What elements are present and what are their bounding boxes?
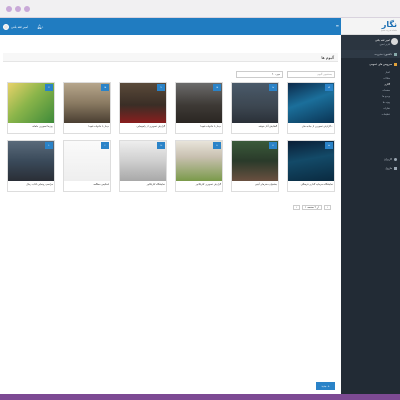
album-card[interactable]: ۲۴ گزارش تصویری از جاذبه های...: [287, 82, 335, 134]
add-album-button[interactable]: جدید +: [316, 382, 335, 390]
folder-icon: [394, 62, 397, 66]
window-control-close[interactable]: [6, 6, 12, 12]
album-caption: اسکیس مطالعه: [93, 183, 109, 186]
pager-prev-button[interactable]: ‹: [293, 204, 301, 210]
sidebar-item-modules[interactable]: ماژول: [341, 164, 400, 172]
photo-count-badge: ۱۵: [101, 84, 109, 91]
sidebar-item-label: داشبورد مدیریت: [374, 52, 392, 56]
brand-logo[interactable]: نگار: [382, 20, 397, 29]
window-frame-bottom: [0, 394, 400, 400]
photo-count-badge: ۷: [45, 84, 53, 91]
photo-count-badge: ۲۴: [325, 84, 333, 91]
sidebar-item-users[interactable]: کاربران: [341, 155, 400, 163]
album-caption: گشایش آثار خوشه: [258, 125, 277, 128]
photo-count-badge: ۱۸: [213, 84, 221, 91]
page-header: آلبوم ها: [3, 53, 338, 62]
photo-count-badge: ۹: [157, 84, 165, 91]
users-icon: [394, 157, 397, 161]
album-caption: دیدار با خانواده شهدا: [88, 125, 109, 128]
album-caption: روزها تصویری ماهانه: [32, 125, 53, 128]
notification-count: 1: [42, 27, 44, 29]
main-content: آلبوم ها جستجوی آلبوم ۲۰ مورد ۲۴ گزارش ت…: [0, 35, 341, 400]
album-caption: مراسم رونمایی کتاب رجال: [26, 183, 53, 186]
add-label: جدید: [321, 384, 327, 388]
album-card[interactable]: ۷ روزها تصویری ماهانه: [7, 82, 55, 134]
album-card[interactable]: ۱۵ دیدار با خانواده شهدا: [63, 82, 111, 134]
sidebar: نگار سامانه مدیریت محتوا امیر ثقه بلتی ک…: [341, 18, 400, 400]
plus-icon: +: [327, 384, 330, 388]
dashboard-icon: [394, 52, 397, 56]
window-control-minimize[interactable]: [15, 6, 21, 12]
sidebar-item-label: مقالات: [383, 76, 390, 80]
sidebar-item-label: ویدیو ها: [382, 94, 390, 98]
album-caption: گزارش تصویری کاریکاتور: [195, 183, 221, 186]
sidebar-user: امیر ثقه بلتی کاربر ادمین: [341, 35, 400, 50]
photo-count-badge: ۱۳: [157, 142, 165, 149]
sidebar-item-public-services[interactable]: سرویس های عمومی: [341, 60, 400, 68]
top-bar: امیر ثقه بلتی 🔔︎1 ≡: [0, 18, 341, 35]
album-card[interactable]: ۸ گزارش تصویری کاریکاتور: [175, 140, 223, 192]
album-card[interactable]: ۱۸ دیدار با خانواده شهدا: [175, 82, 223, 134]
sidebar-user-name: امیر ثقه بلتی: [374, 38, 390, 42]
photo-count-badge: ۱۰: [45, 142, 53, 149]
photo-count-badge: ۶: [101, 142, 109, 149]
sidebar-item-label: نظرات: [383, 106, 390, 110]
avatar: [3, 23, 9, 30]
pagination: ‹ ۱ از ۲ صفحه ›: [293, 204, 331, 210]
pager-label: ۱ از ۲ صفحه: [302, 204, 322, 210]
album-card[interactable]: ۱۳ نمایشگاه کاریکاتور: [119, 140, 167, 192]
search-input[interactable]: جستجوی آلبوم: [287, 71, 335, 78]
brand: نگار سامانه مدیریت محتوا: [341, 18, 400, 35]
album-card[interactable]: ۹ گزارش تصویری از راهپیمایی: [119, 82, 167, 134]
album-card[interactable]: ۶ اسکیس مطالعه: [63, 140, 111, 192]
sidebar-item-label: اخبار: [385, 70, 390, 74]
album-card[interactable]: ۲۲ نمایشگاه سرمایه گذاری فرهنگی: [287, 140, 335, 192]
user-name: امیر ثقه بلتی: [11, 24, 29, 29]
brand-tagline: سامانه مدیریت محتوا: [381, 30, 397, 32]
sidebar-item-dashboard[interactable]: داشبورد مدیریت: [341, 50, 400, 58]
sidebar-item-label: پیوند ها: [382, 100, 390, 104]
photo-count-badge: ۲۲: [325, 142, 333, 149]
photo-count-badge: ۱۱: [269, 142, 277, 149]
album-caption: گزارش تصویری از راهپیمایی: [136, 125, 165, 128]
album-caption: دیدار با خانواده شهدا: [200, 125, 221, 128]
pager-next-button[interactable]: ›: [323, 204, 331, 210]
sidebar-item-settings[interactable]: تنظیمات: [341, 111, 400, 117]
user-menu[interactable]: امیر ثقه بلتی: [3, 23, 28, 30]
sidebar-item-label: کاربران: [383, 157, 392, 161]
window-control-maximize[interactable]: [24, 6, 30, 12]
photo-count-badge: ۱۲: [269, 84, 277, 91]
sidebar-item-label: سرویس های عمومی: [369, 62, 392, 66]
sidebar-item-label: صفحات: [382, 88, 390, 92]
title-bar: [0, 0, 400, 18]
album-caption: گزارش تصویری از جاذبه های...: [301, 125, 333, 128]
app-window: امیر ثقه بلتی 🔔︎1 ≡ آلبوم ها جستجوی آلبو…: [0, 18, 400, 400]
menu-toggle-icon[interactable]: ≡: [336, 23, 339, 28]
sidebar-item-label: ماژول: [385, 166, 392, 170]
module-icon: [394, 166, 397, 170]
sidebar-item-label: گالری: [384, 82, 390, 86]
album-caption: جشنواره هنرهای آئینی: [254, 183, 277, 186]
avatar: [391, 38, 398, 45]
page-size-select[interactable]: ۲۰ مورد: [236, 71, 283, 78]
photo-count-badge: ۸: [213, 142, 221, 149]
notification-icon[interactable]: 🔔︎1: [37, 24, 43, 29]
album-card[interactable]: ۱۰ مراسم رونمایی کتاب رجال: [7, 140, 55, 192]
album-caption: نمایشگاه کاریکاتور: [146, 183, 165, 186]
filter-bar: جستجوی آلبوم ۲۰ مورد: [3, 71, 338, 79]
sidebar-item-label: تنظیمات: [381, 112, 390, 116]
album-card[interactable]: ۱۱ جشنواره هنرهای آئینی: [231, 140, 279, 192]
album-caption: نمایشگاه سرمایه گذاری فرهنگی: [300, 183, 333, 186]
sidebar-user-role: کاربر ادمین: [379, 43, 390, 46]
album-card[interactable]: ۱۲ گشایش آثار خوشه: [231, 82, 279, 134]
page-title: آلبوم ها: [321, 55, 334, 60]
